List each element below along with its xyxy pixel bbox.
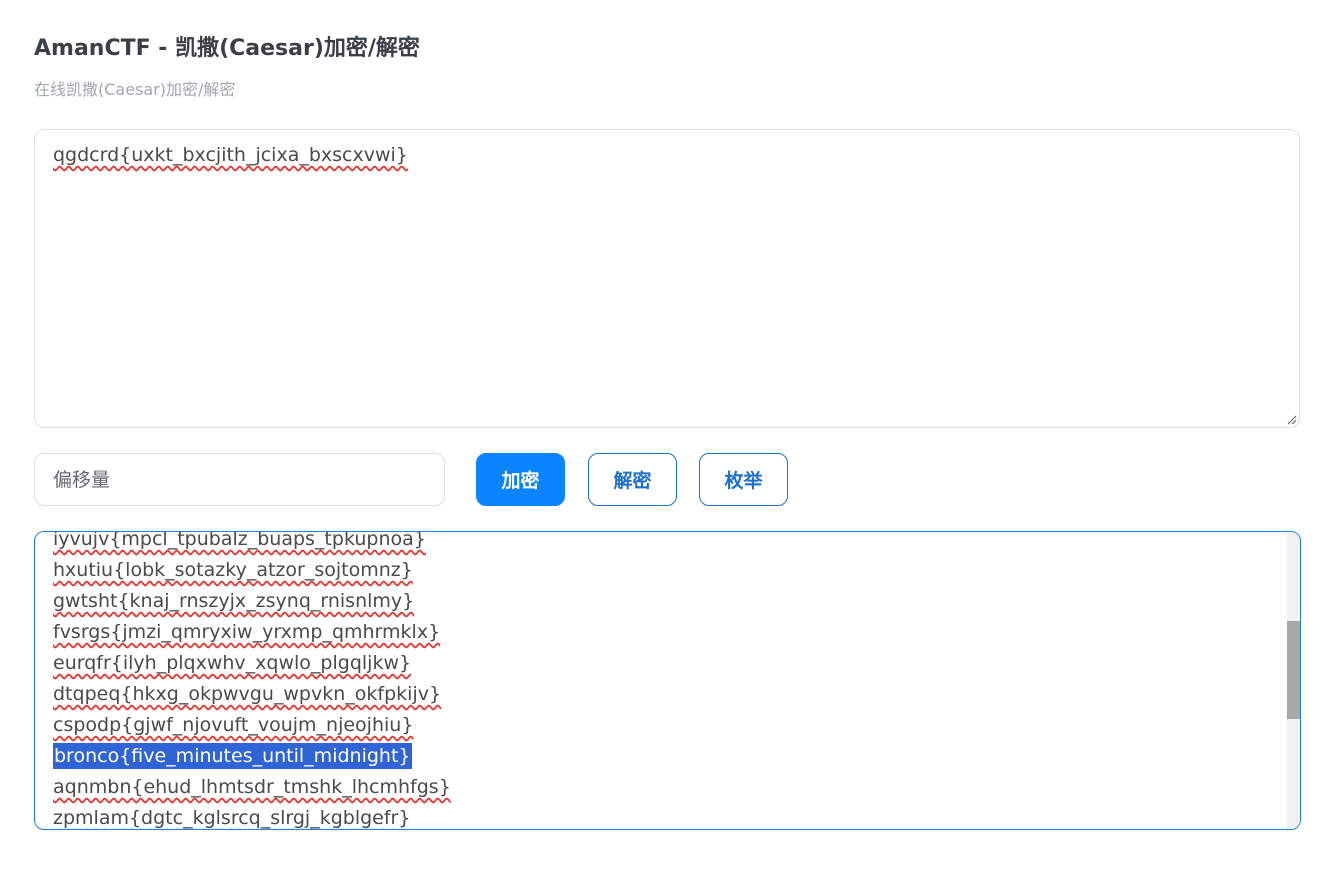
output-line: eurqfr{ilyh_plqxwhv_xqwlo_plgqljkw}: [53, 648, 451, 679]
plaintext-value: qgdcrd{uxkt_bxcjith_jcixa_bxscxvwi}: [53, 144, 408, 166]
resize-handle-icon[interactable]: [1285, 413, 1297, 425]
output-line: aqnmbn{ehud_lhmtsdr_tmshk_lhcmhfgs}: [53, 772, 451, 803]
output-line: fvsrgs{jmzi_qmryxiw_yrxmp_qmhrmklx}: [53, 617, 451, 648]
output-line-text: cspodp{gjwf_njovuft_voujm_njeojhiu}: [53, 714, 414, 736]
output-line-text: eurqfr{ilyh_plqxwhv_xqwlo_plgqljkw}: [53, 652, 412, 674]
output-line: dtqpeq{hkxg_okpwvgu_wpvkn_okfpkijv}: [53, 679, 451, 710]
output-line: bronco{five_minutes_until_midnight}: [53, 741, 451, 772]
output-line-text: zpmlam{dgtc_kglsrcq_slrgj_kgblgefr}: [53, 807, 411, 829]
output-line: gwtsht{knaj_rnszyjx_zsynq_rnisnlmy}: [53, 586, 451, 617]
output-line: iyvujv{mpcl_tpubalz_buaps_tpkupnoa}: [53, 531, 451, 555]
output-line-text: aqnmbn{ehud_lhmtsdr_tmshk_lhcmhfgs}: [53, 776, 451, 798]
page-title: AmanCTF - 凯撒(Caesar)加密/解密: [34, 36, 420, 61]
output-line-text: dtqpeq{hkxg_okpwvgu_wpvkn_okfpkijv}: [53, 683, 442, 705]
output-textarea[interactable]: iyvujv{mpcl_tpubalz_buaps_tpkupnoa}hxuti…: [34, 531, 1301, 830]
offset-input[interactable]: [34, 453, 445, 506]
output-lines: iyvujv{mpcl_tpubalz_buaps_tpkupnoa}hxuti…: [53, 531, 451, 829]
decrypt-button[interactable]: 解密: [588, 453, 677, 506]
output-line: zpmlam{dgtc_kglsrcq_slrgj_kgblgefr}: [53, 803, 451, 829]
plaintext-textarea[interactable]: qgdcrd{uxkt_bxcjith_jcixa_bxscxvwi}: [34, 129, 1300, 428]
output-line-text: bronco{five_minutes_until_midnight}: [53, 743, 412, 769]
output-line-text: fvsrgs{jmzi_qmryxiw_yrxmp_qmhrmklx}: [53, 621, 441, 643]
enumerate-button[interactable]: 枚举: [699, 453, 788, 506]
output-line-text: gwtsht{knaj_rnszyjx_zsynq_rnisnlmy}: [53, 590, 415, 612]
output-scrollbar[interactable]: [1287, 532, 1300, 829]
output-scrollbar-thumb[interactable]: [1287, 621, 1300, 719]
encrypt-button[interactable]: 加密: [476, 453, 565, 506]
page-subtitle: 在线凯撒(Caesar)加密/解密: [34, 80, 236, 99]
output-line-text: hxutiu{lobk_sotazky_atzor_sojtomnz}: [53, 559, 413, 581]
output-line-text: iyvujv{mpcl_tpubalz_buaps_tpkupnoa}: [53, 531, 426, 550]
output-line: hxutiu{lobk_sotazky_atzor_sojtomnz}: [53, 555, 451, 586]
output-line: cspodp{gjwf_njovuft_voujm_njeojhiu}: [53, 710, 451, 741]
